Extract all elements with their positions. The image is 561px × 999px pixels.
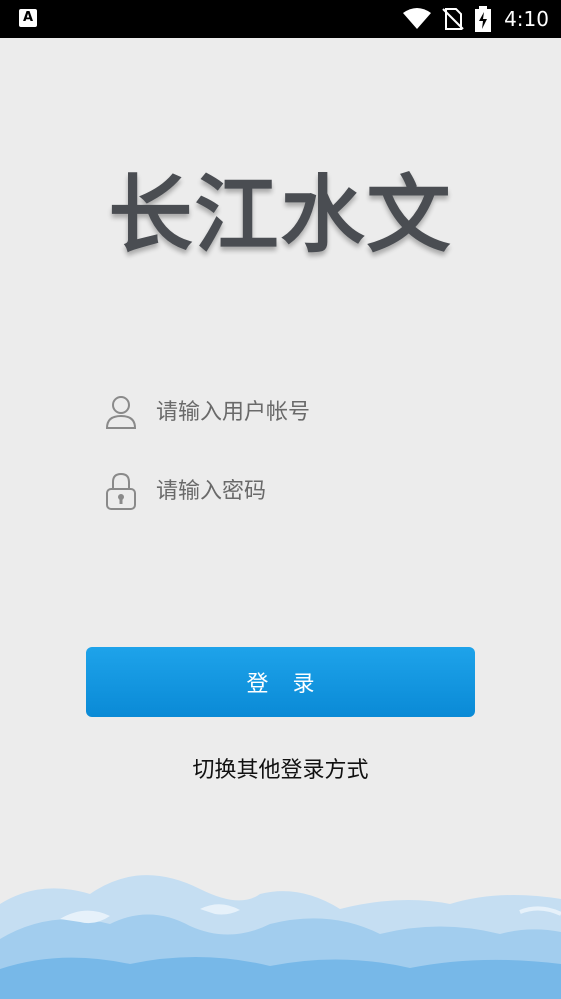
username-field[interactable] [104, 389, 474, 435]
wifi-icon [403, 8, 432, 29]
battery-charging-icon [475, 6, 492, 32]
no-sim-icon [442, 8, 464, 30]
password-field[interactable] [104, 468, 474, 514]
switch-login-method-link[interactable]: 切换其他登录方式 [0, 752, 561, 784]
password-input[interactable] [156, 478, 456, 504]
status-bar: A 4:10 [0, 0, 561, 38]
username-input[interactable] [156, 399, 456, 425]
wave-decoration [0, 875, 561, 999]
app-notification-icon: A [19, 9, 37, 27]
status-icons: 4:10 [402, 0, 549, 38]
lock-icon [104, 471, 138, 511]
login-button[interactable]: 登录 [86, 647, 475, 717]
app-logo-title: 长江水文 [108, 166, 453, 264]
status-time: 4:10 [504, 7, 549, 31]
user-icon [104, 392, 138, 432]
